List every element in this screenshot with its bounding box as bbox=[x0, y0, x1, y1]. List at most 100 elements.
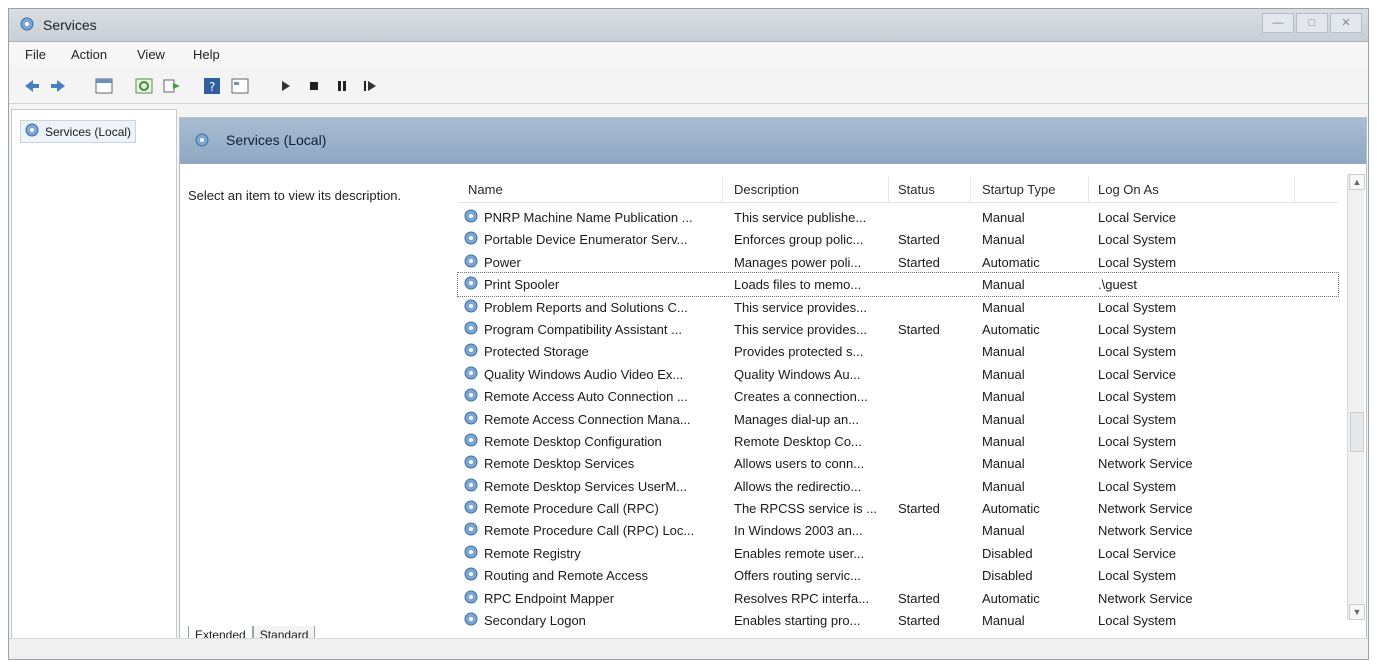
table-row[interactable]: Secondary Logon Enables starting pro... St… bbox=[458, 609, 1338, 631]
column-startup-type[interactable]: Startup Type bbox=[982, 182, 1055, 197]
tree-item-services-local[interactable]: Services (Local) bbox=[20, 120, 137, 143]
menu-action[interactable]: Action bbox=[71, 47, 107, 62]
column-status[interactable]: Status bbox=[898, 182, 935, 197]
refresh-icon[interactable] bbox=[133, 76, 155, 96]
table-row[interactable]: Remote Procedure Call (RPC) Loc... In Win… bbox=[458, 519, 1338, 541]
scroll-thumb[interactable] bbox=[1350, 412, 1364, 452]
service-log-on-as: Local System bbox=[1098, 254, 1177, 270]
service-log-on-as: Local Service bbox=[1098, 210, 1177, 225]
svg-text:?: ? bbox=[209, 80, 215, 94]
service-log-on-as: Local System bbox=[1098, 232, 1177, 248]
service-log-on-as: Local System bbox=[1098, 344, 1177, 360]
service-gear-icon bbox=[464, 455, 478, 472]
back-icon[interactable] bbox=[21, 76, 43, 96]
table-row[interactable]: RPC Endpoint Mapper Resolves RPC interfa.… bbox=[458, 587, 1338, 609]
vertical-scrollbar[interactable]: ▲ ▼ bbox=[1347, 174, 1365, 620]
table-row[interactable]: Remote Access Connection Mana... Manages … bbox=[458, 408, 1338, 430]
service-description: Loads files to memo... bbox=[734, 277, 862, 293]
service-description: Enables starting pro... bbox=[734, 613, 861, 629]
service-startup-type: Automatic bbox=[982, 321, 1040, 337]
close-button[interactable]: ✕ bbox=[1330, 13, 1362, 33]
maximize-button[interactable]: □ bbox=[1296, 13, 1328, 33]
table-row[interactable]: Quality Windows Audio Video Ex... Quality… bbox=[458, 363, 1338, 385]
table-row[interactable]: Remote Procedure Call (RPC) The RPCSS ser… bbox=[458, 497, 1338, 519]
column-separator[interactable] bbox=[1088, 176, 1089, 202]
services-gear-icon bbox=[19, 16, 35, 32]
table-row[interactable]: Remote Desktop Services Allows users to c… bbox=[458, 452, 1338, 474]
service-status: Started bbox=[898, 590, 940, 606]
table-row[interactable]: Remote Registry Enables remote user... Dis… bbox=[458, 542, 1338, 564]
table-row[interactable]: Power Manages power poli... Started Automat… bbox=[458, 251, 1338, 273]
service-description: The RPCSS service is ... bbox=[734, 501, 878, 517]
export-icon[interactable] bbox=[161, 76, 183, 96]
service-name: Remote Access Connection Mana... bbox=[484, 411, 691, 427]
column-description[interactable]: Description bbox=[734, 182, 799, 197]
services-window: Services — □ ✕ File Action View Help ? S… bbox=[8, 8, 1369, 660]
service-gear-icon bbox=[464, 522, 478, 539]
service-description: Allows the redirectio... bbox=[734, 478, 862, 494]
table-row[interactable]: Program Compatibility Assistant ... This … bbox=[458, 318, 1338, 340]
service-log-on-as: Network Service bbox=[1098, 501, 1193, 517]
menu-file[interactable]: File bbox=[25, 47, 46, 62]
forward-icon[interactable] bbox=[47, 76, 69, 96]
console-tree-pane: Services (Local) bbox=[11, 109, 177, 639]
service-name: PNRP Machine Name Publication ... bbox=[484, 210, 693, 225]
service-rows: PNRP Machine Name Publication ... This se… bbox=[457, 206, 1339, 631]
table-row[interactable]: Problem Reports and Solutions C... This s… bbox=[458, 296, 1338, 318]
properties-icon[interactable] bbox=[229, 76, 251, 96]
table-row[interactable]: Portable Device Enumerator Serv... Enforc… bbox=[458, 228, 1338, 250]
service-description: Provides protected s... bbox=[734, 344, 864, 360]
service-gear-icon bbox=[464, 388, 478, 405]
menu-view[interactable]: View bbox=[137, 47, 165, 62]
stop-icon[interactable] bbox=[303, 76, 325, 96]
column-name[interactable]: Name bbox=[468, 182, 503, 197]
column-separator[interactable] bbox=[970, 176, 971, 202]
table-row[interactable]: PNRP Machine Name Publication ... This se… bbox=[458, 206, 1338, 228]
column-log-on-as[interactable]: Log On As bbox=[1098, 182, 1159, 197]
play-icon[interactable] bbox=[275, 76, 297, 96]
table-row[interactable]: Remote Access Auto Connection ... Creates… bbox=[458, 385, 1338, 407]
help-icon[interactable]: ? bbox=[201, 76, 223, 96]
service-description: Allows users to conn... bbox=[734, 456, 865, 472]
service-startup-type: Disabled bbox=[982, 545, 1033, 561]
description-panel: Select an item to view its description. bbox=[188, 188, 402, 203]
service-startup-type: Manual bbox=[982, 411, 1025, 427]
window-title: Services bbox=[43, 17, 97, 33]
service-name: Quality Windows Audio Video Ex... bbox=[484, 366, 684, 382]
service-description: Resolves RPC interfa... bbox=[734, 590, 870, 606]
service-gear-icon bbox=[464, 299, 478, 316]
table-row[interactable]: Remote Desktop Configuration Remote Deskt… bbox=[458, 430, 1338, 452]
service-name: Remote Procedure Call (RPC) Loc... bbox=[484, 523, 695, 539]
console-tree-icon[interactable] bbox=[93, 76, 115, 96]
service-name: Remote Desktop Services bbox=[484, 456, 635, 472]
service-description: Manages power poli... bbox=[734, 254, 862, 270]
service-description: Offers routing servic... bbox=[734, 568, 861, 584]
service-log-on-as: Local System bbox=[1098, 613, 1177, 629]
table-row[interactable]: Remote Desktop Services UserM... Allows t… bbox=[458, 475, 1338, 497]
restart-icon[interactable] bbox=[359, 76, 381, 96]
table-row[interactable]: Routing and Remote Access Offers routing … bbox=[458, 564, 1338, 586]
service-description: Enables remote user... bbox=[734, 545, 865, 561]
table-row[interactable]: Print Spooler Loads files to memo... Manua… bbox=[457, 272, 1339, 297]
pause-icon[interactable] bbox=[331, 76, 353, 96]
service-log-on-as: Local Service bbox=[1098, 545, 1177, 561]
service-log-on-as: Local System bbox=[1098, 411, 1177, 427]
column-separator[interactable] bbox=[1294, 176, 1295, 202]
scroll-up-icon[interactable]: ▲ bbox=[1349, 174, 1365, 190]
scroll-down-icon[interactable]: ▼ bbox=[1349, 604, 1365, 620]
tree-item-label: Services (Local) bbox=[45, 124, 132, 139]
service-log-on-as: Network Service bbox=[1098, 456, 1193, 472]
column-separator[interactable] bbox=[888, 176, 889, 202]
service-name: Secondary Logon bbox=[484, 613, 586, 629]
minimize-button[interactable]: — bbox=[1262, 13, 1294, 33]
service-log-on-as: Local System bbox=[1098, 389, 1177, 405]
service-name: Portable Device Enumerator Serv... bbox=[484, 232, 688, 248]
column-separator[interactable] bbox=[722, 176, 723, 202]
service-gear-icon bbox=[464, 209, 478, 226]
menu-help[interactable]: Help bbox=[193, 47, 220, 62]
service-description: This service publishe... bbox=[734, 210, 867, 225]
service-status: Started bbox=[898, 501, 940, 517]
table-row[interactable]: Protected Storage Provides protected s...… bbox=[458, 340, 1338, 362]
toolbar: ? bbox=[9, 67, 1368, 104]
service-gear-icon bbox=[464, 231, 478, 248]
